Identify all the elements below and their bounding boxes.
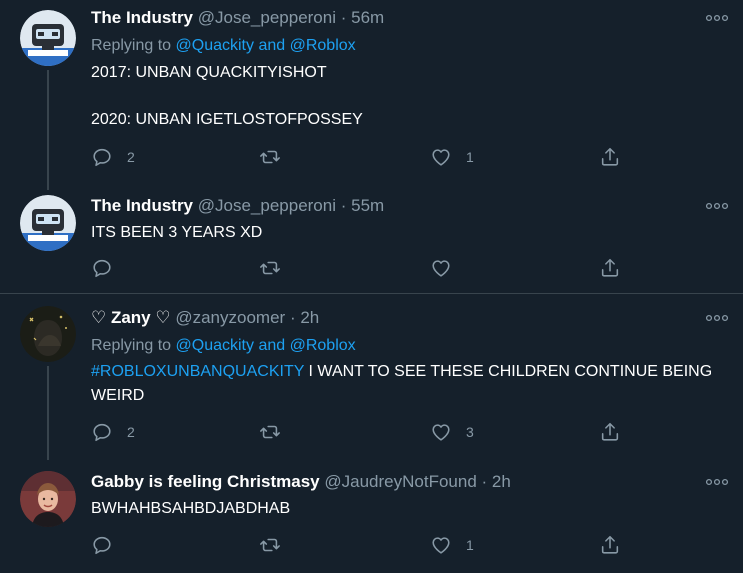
display-name[interactable]: The Industry	[91, 196, 193, 215]
reply-icon	[93, 259, 111, 278]
separator-dot: ·	[289, 308, 296, 327]
reply-and: and	[258, 337, 286, 354]
share-button[interactable]	[599, 256, 621, 280]
avatar-gabby[interactable]	[20, 471, 76, 527]
like-count: 3	[466, 424, 474, 440]
display-name[interactable]: Gabby is feeling Christmasy	[91, 472, 320, 491]
tweet-actions: 1	[91, 533, 631, 557]
share-button[interactable]	[599, 145, 621, 169]
tweet-text: ITS BEEN 3 YEARS XD	[91, 224, 263, 241]
reply-icon	[93, 423, 111, 442]
like-button[interactable]	[430, 256, 466, 280]
retweet-button[interactable]	[259, 145, 295, 169]
heart-icon	[432, 424, 450, 441]
tweet-2[interactable]: The Industry @Jose_pepperoni · 55m ITS B…	[0, 183, 743, 293]
heart-icon	[432, 149, 450, 166]
retweet-icon	[260, 425, 280, 439]
timestamp[interactable]: 55m	[351, 196, 384, 215]
separator-dot: ·	[481, 472, 488, 491]
share-icon	[601, 147, 619, 166]
mention-link[interactable]: @Roblox	[290, 337, 356, 354]
retweet-icon	[260, 261, 280, 275]
retweet-button[interactable]	[259, 256, 295, 280]
replying-to: Replying to @Quackity and @Roblox	[91, 36, 356, 56]
reply-count: 2	[127, 149, 135, 165]
tweet-text: BWHAHBSAHBDJABDHAB	[91, 500, 291, 517]
tweet-4[interactable]: Gabby is feeling Christmasy @JaudreyNotF…	[0, 459, 743, 573]
reply-button[interactable]	[91, 256, 127, 280]
like-button[interactable]: 1	[430, 533, 474, 557]
tweet-text: #ROBLOXUNBANQUACKITY I WANT TO SEE THESE…	[91, 360, 721, 408]
user-handle[interactable]: @JaudreyNotFound	[324, 472, 476, 491]
replying-prefix: Replying to	[91, 337, 172, 354]
thread-line	[47, 70, 49, 190]
retweet-icon	[260, 150, 280, 164]
tweet-3[interactable]: ♡ Zany ♡ @zanyzoomer · 2h Replying to @Q…	[0, 294, 743, 460]
reply-count: 2	[127, 424, 135, 440]
tweet-feed: The Industry @Jose_pepperoni · 56m Reply…	[0, 0, 743, 573]
tweet-text: 2020: UNBAN IGETLOSTOFPOSSEY	[91, 111, 363, 128]
avatar-robot[interactable]	[20, 195, 76, 251]
display-name[interactable]: The Industry	[91, 8, 193, 27]
more-icon[interactable]	[705, 311, 729, 323]
separator-dot: ·	[340, 196, 347, 215]
retweet-button[interactable]	[259, 420, 295, 444]
like-button[interactable]: 1	[430, 145, 474, 169]
share-button[interactable]	[599, 420, 621, 444]
heart-icon	[432, 537, 450, 554]
mention-link[interactable]: @Roblox	[290, 37, 356, 54]
timestamp[interactable]: 2h	[300, 308, 319, 327]
heart-icon	[432, 260, 450, 277]
tweet-header: ♡ Zany ♡ @zanyzoomer · 2h	[91, 308, 319, 328]
mention-link[interactable]: @Quackity	[176, 337, 254, 354]
tweet-header: The Industry @Jose_pepperoni · 56m	[91, 8, 384, 28]
more-icon[interactable]	[705, 475, 729, 487]
tweet-actions: 2 1	[91, 145, 631, 169]
thread-line	[47, 366, 49, 460]
share-icon	[601, 258, 619, 277]
more-icon[interactable]	[705, 199, 729, 211]
user-handle[interactable]: @Jose_pepperoni	[198, 196, 336, 215]
like-button[interactable]: 3	[430, 420, 474, 444]
tweet-actions: 2 3	[91, 420, 631, 444]
tweet-text: 2017: UNBAN QUACKITYISHOT	[91, 64, 327, 81]
like-count: 1	[466, 537, 474, 553]
display-name[interactable]: ♡ Zany ♡	[91, 308, 171, 327]
user-handle[interactable]: @zanyzoomer	[175, 308, 285, 327]
reply-button[interactable]	[91, 533, 127, 557]
share-button[interactable]	[599, 533, 621, 557]
reply-button[interactable]: 2	[91, 420, 135, 444]
reply-icon	[93, 536, 111, 555]
avatar-robot[interactable]	[20, 10, 76, 66]
replying-prefix: Replying to	[91, 37, 172, 54]
more-icon[interactable]	[705, 11, 729, 23]
avatar-zany[interactable]	[20, 306, 76, 362]
separator-dot: ·	[340, 8, 347, 27]
share-icon	[601, 535, 619, 554]
timestamp[interactable]: 56m	[351, 8, 384, 27]
replying-to: Replying to @Quackity and @Roblox	[91, 336, 356, 356]
reply-button[interactable]: 2	[91, 145, 135, 169]
tweet-1[interactable]: The Industry @Jose_pepperoni · 56m Reply…	[0, 0, 743, 190]
tweet-header: Gabby is feeling Christmasy @JaudreyNotF…	[91, 472, 511, 492]
retweet-button[interactable]	[259, 533, 295, 557]
timestamp[interactable]: 2h	[492, 472, 511, 491]
reply-icon	[93, 148, 111, 167]
user-handle[interactable]: @Jose_pepperoni	[198, 8, 336, 27]
share-icon	[601, 422, 619, 441]
reply-and: and	[258, 37, 286, 54]
like-count: 1	[466, 149, 474, 165]
tweet-header: The Industry @Jose_pepperoni · 55m	[91, 196, 384, 216]
mention-link[interactable]: @Quackity	[176, 37, 254, 54]
retweet-icon	[260, 538, 280, 552]
tweet-actions	[91, 256, 631, 280]
hashtag-link[interactable]: #ROBLOXUNBANQUACKITY	[91, 363, 304, 380]
